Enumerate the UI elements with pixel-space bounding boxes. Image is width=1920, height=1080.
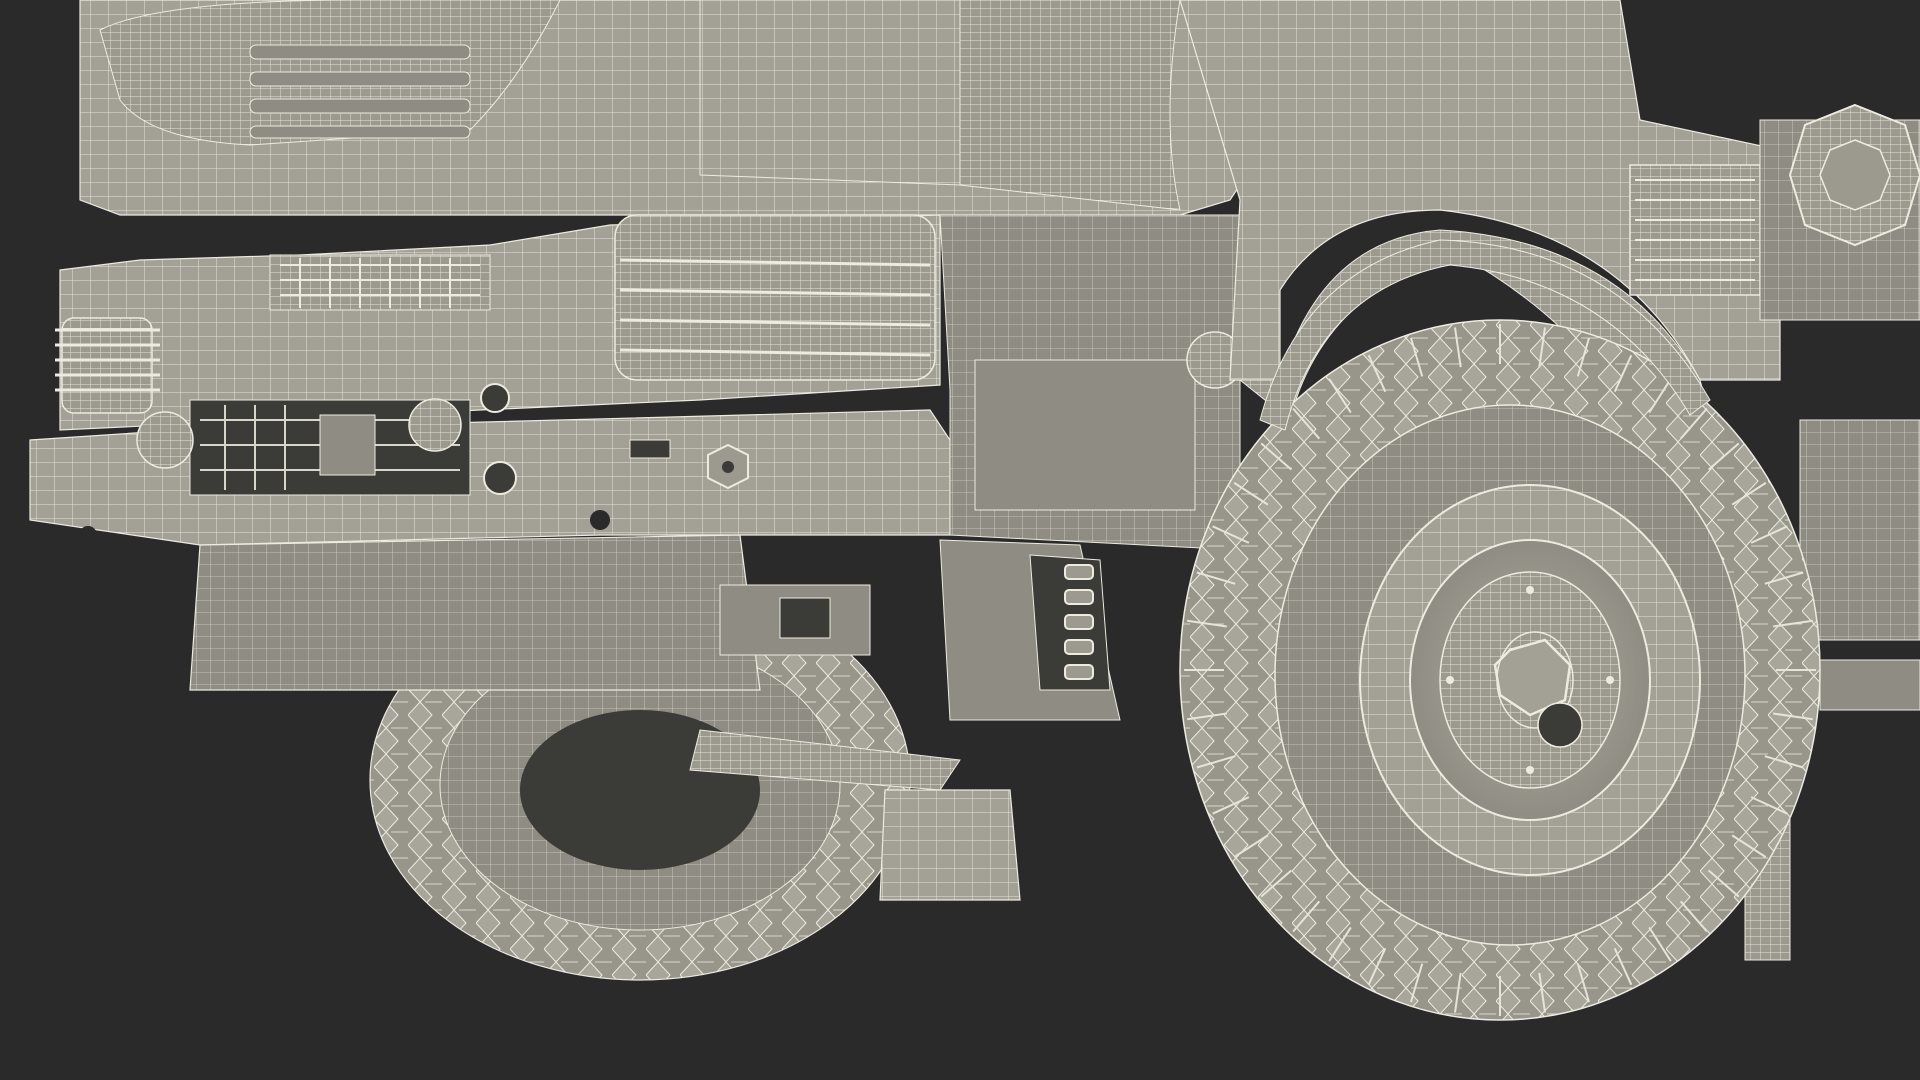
cab-body <box>79 0 1331 216</box>
mud-flap <box>879 789 1021 901</box>
air-tank-icon <box>1759 103 1920 321</box>
vent-grille <box>1629 164 1761 296</box>
render-viewport <box>0 0 1920 1080</box>
bolt-icon <box>707 443 749 490</box>
wireframe-truck-render <box>0 0 1920 1080</box>
bumper-grille <box>269 254 491 311</box>
wheel-icon <box>1359 484 1701 876</box>
fog-light <box>61 317 153 414</box>
